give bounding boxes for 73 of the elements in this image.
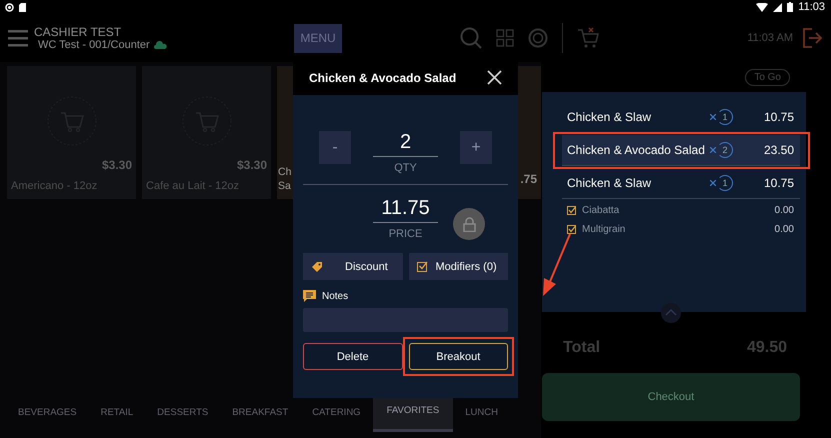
notification-circle-icon [5, 2, 14, 12]
logout-icon[interactable] [803, 28, 823, 48]
wifi-icon [756, 2, 768, 12]
breakout-button[interactable]: Breakout [408, 343, 508, 370]
category-tab[interactable]: RETAIL [88, 392, 146, 432]
category-tab[interactable]: LUNCH [453, 392, 510, 432]
modifier-price: 0.00 [774, 224, 794, 235]
item-name: Chicken & Slaw [567, 176, 652, 190]
notes-icon [303, 290, 316, 302]
signal-icon [773, 2, 782, 12]
times-icon [710, 180, 716, 186]
delete-button[interactable]: Delete [303, 343, 402, 370]
category-tab[interactable]: BEVERAGES [6, 392, 89, 432]
close-icon[interactable] [487, 70, 502, 85]
dialog-title: Chicken & Avocado Salad [309, 70, 456, 84]
product-price: $3.30 [237, 158, 268, 172]
notes-label: Notes [322, 290, 348, 302]
menu-button[interactable]: MENU [294, 24, 342, 52]
quantity-label: QTY [394, 162, 417, 174]
product-name: Cafe au Lait - 12oz [146, 179, 240, 193]
sim-card-icon [19, 2, 26, 12]
product-tile[interactable]: $3.30 Cafe au Lait - 12oz [142, 66, 272, 199]
category-tab[interactable]: DESSERTS [145, 392, 220, 432]
increase-button[interactable]: + [460, 131, 492, 164]
cloud-icon [154, 41, 167, 49]
expand-up-icon[interactable] [661, 303, 681, 323]
product-name: Americano - 12oz [11, 179, 98, 193]
discount-button[interactable]: Discount [303, 253, 402, 280]
times-icon [710, 147, 716, 153]
item-name: Chicken & Slaw [567, 110, 652, 124]
battery-icon [787, 2, 794, 12]
cashier-name: CASHIER TEST [34, 25, 122, 39]
item-price: 10.75 [762, 110, 794, 124]
times-icon [710, 114, 716, 120]
item-price: 23.50 [762, 143, 794, 157]
modifier-price: 0.00 [774, 205, 794, 216]
item-price: 10.75 [762, 176, 794, 190]
order-item[interactable]: Chicken & Avocado Salad 2 23.50 [562, 135, 800, 166]
clock-time: 11:03 AM [747, 32, 793, 44]
decrease-button[interactable]: - [319, 131, 351, 164]
modifier-name: Multigrain [582, 224, 626, 235]
product-name: Sa [278, 179, 292, 193]
menu-icon[interactable] [8, 29, 28, 47]
product-tile[interactable]: $3.30 Americano - 12oz [7, 66, 136, 199]
order-item[interactable]: Chicken & Slaw 1 10.75 [562, 168, 800, 199]
tag-icon [311, 260, 323, 272]
modifiers-button[interactable]: Modifiers (0) [408, 253, 508, 280]
price-field[interactable]: 11.75 [373, 197, 438, 223]
order-item[interactable]: Chicken & Slaw 1 10.75 [562, 102, 800, 133]
item-name: Chicken & Avocado Salad [567, 143, 706, 157]
price-label: PRICE [388, 228, 422, 240]
category-tab[interactable]: BREAKFAST [220, 392, 300, 432]
category-tab[interactable]: CATERING [300, 392, 373, 432]
quantity-field[interactable]: 2 [373, 131, 438, 157]
annotation-arrow [541, 232, 573, 298]
status-time: 11:03 [798, 1, 825, 13]
checkout-button[interactable]: Checkout [542, 373, 800, 421]
item-quantity: 1 [717, 175, 733, 191]
item-quantity: 2 [717, 142, 733, 158]
product-price: $3.30 [102, 158, 132, 172]
total-amount: 49.50 [746, 339, 787, 357]
checkbox-icon [416, 261, 428, 272]
coin-icon[interactable] [528, 28, 548, 48]
register-name: WC Test - 001/Counter [38, 39, 150, 51]
lock-button[interactable] [453, 208, 485, 240]
grid-icon[interactable] [496, 29, 514, 47]
item-quantity: 1 [717, 109, 733, 125]
total-label: Total [563, 339, 600, 357]
cart-icon[interactable] [577, 27, 599, 49]
modifier-name: Ciabatta [582, 205, 620, 216]
product-price: .75 [520, 172, 537, 186]
search-icon[interactable] [460, 27, 482, 49]
lock-icon [462, 216, 476, 232]
